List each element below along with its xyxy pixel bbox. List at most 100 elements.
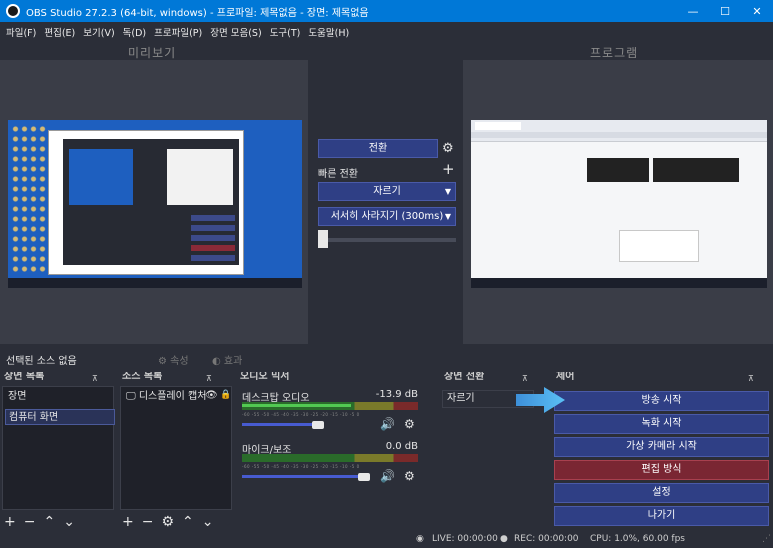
combo-label: 자르기	[373, 186, 401, 197]
volume-slider-handle[interactable]	[312, 421, 324, 429]
menu-edit[interactable]: 편집(E)	[44, 25, 75, 39]
volume-meter	[242, 454, 418, 462]
float-icon[interactable]: ⊼	[206, 374, 212, 383]
speaker-icon[interactable]: 🔊	[380, 417, 395, 431]
add-icon[interactable]: +	[4, 514, 16, 530]
gear-icon[interactable]: ⚙	[404, 417, 415, 431]
transition-value: 자르기	[447, 393, 475, 404]
chevron-down-icon: ▼	[444, 187, 451, 196]
settings-button[interactable]: 설정	[554, 483, 769, 503]
volume-slider-handle[interactable]	[358, 473, 370, 481]
live-icon: ◉	[416, 534, 424, 544]
menu-file[interactable]: 파일(F)	[6, 25, 36, 39]
program-label: 프로그램	[590, 46, 639, 60]
nested-obs-window	[63, 139, 239, 265]
scenes-list[interactable]: 장면 컴퓨터 화면	[2, 386, 115, 510]
filters-button[interactable]: ◐ 효과	[212, 352, 242, 367]
nested-button	[191, 215, 235, 221]
gear-icon[interactable]: ⚙	[161, 514, 174, 530]
list-item[interactable]: 장면	[5, 389, 113, 405]
maximize-button[interactable]: ☐	[709, 0, 741, 22]
menu-tools[interactable]: 도구(T)	[270, 25, 301, 39]
volume-slider[interactable]	[242, 475, 364, 478]
transition-button[interactable]: 전환	[318, 139, 438, 158]
add-icon[interactable]: +	[122, 514, 134, 530]
program-pane[interactable]	[463, 60, 773, 344]
sources-header: 소스 목록	[122, 372, 163, 382]
close-button[interactable]: ✕	[741, 0, 773, 22]
channel-db: 0.0 dB	[385, 441, 418, 452]
channel-db: -13.9 dB	[375, 389, 418, 400]
browser-tab	[475, 122, 521, 130]
rec-icon: ●	[500, 534, 508, 544]
preview-pane[interactable]	[0, 60, 308, 344]
properties-button[interactable]: ⚙ 속성	[158, 352, 189, 367]
nested-button	[191, 245, 235, 251]
nested-preview	[69, 149, 133, 205]
properties-label: 속성	[170, 356, 189, 367]
scenes-toolbar: + − ⌃ ⌄	[4, 514, 75, 530]
sources-list[interactable]: 🖵 디스플레이 캡처 👁 🔒	[120, 386, 232, 510]
program-screen	[471, 120, 767, 288]
desktop-taskbar	[471, 278, 767, 288]
move-up-icon[interactable]: ⌃	[43, 514, 55, 530]
cpu-status: CPU: 1.0%, 60.00 fps	[590, 534, 685, 544]
menu-docks[interactable]: 독(D)	[123, 25, 146, 39]
start-streaming-button[interactable]: 방송 시작	[554, 391, 769, 411]
float-icon[interactable]: ⊼	[92, 374, 98, 383]
eye-icon[interactable]: 👁	[205, 390, 218, 401]
plus-icon[interactable]: +	[442, 160, 455, 178]
dialog-box	[587, 158, 649, 182]
move-down-icon[interactable]: ⌄	[202, 514, 214, 530]
status-bar: ◉ LIVE: 00:00:00 ● REC: 00:00:00 CPU: 1.…	[0, 532, 773, 548]
desktop-icons	[11, 124, 47, 274]
minimize-button[interactable]: —	[677, 0, 709, 22]
volume-slider[interactable]	[242, 423, 318, 426]
lock-icon[interactable]: 🔒	[220, 390, 231, 400]
meter-level	[242, 404, 351, 407]
nested-button	[191, 255, 235, 261]
quick-transitions-label: 빠른 전환	[318, 169, 358, 180]
exit-button[interactable]: 나가기	[554, 506, 769, 526]
nested-window	[48, 130, 244, 275]
no-source-label: 선택된 소스 없음	[6, 356, 77, 367]
start-virtual-camera-button[interactable]: 가상 카메라 시작	[554, 437, 769, 457]
float-icon[interactable]: ⊼	[748, 374, 754, 383]
gear-icon[interactable]: ⚙	[404, 469, 415, 483]
speaker-icon[interactable]: 🔊	[380, 469, 395, 483]
preview-screen[interactable]	[8, 120, 302, 288]
t-bar-track[interactable]	[318, 238, 456, 242]
menu-scene-collection[interactable]: 장면 모음(S)	[210, 25, 261, 39]
source-name: 디스플레이 캡처	[138, 391, 207, 402]
sources-dock: 소스 목록 ⊼ 🖵 디스플레이 캡처 👁 🔒 + − ⚙ ⌃ ⌄	[118, 372, 234, 532]
menu-profile[interactable]: 프로파일(P)	[154, 25, 202, 39]
window-title: OBS Studio 27.2.3 (64-bit, windows) - 프로…	[26, 7, 369, 19]
nested-program	[167, 149, 233, 205]
quick-transition-fade[interactable]: 서서히 사라지기 (300ms) ▼	[318, 207, 456, 226]
mixer-body: 데스크탑 오디오 -13.9 dB -60 -55 -50 -45 -40 -3…	[238, 386, 426, 530]
audio-mixer-dock: 오디오 믹서 데스크탑 오디오 -13.9 dB -60 -55 -50 -45…	[236, 372, 428, 532]
browser-toolbar	[471, 120, 767, 142]
gear-icon[interactable]: ⚙	[442, 141, 454, 156]
start-recording-button[interactable]: 녹화 시작	[554, 414, 769, 434]
obs-logo-icon	[6, 4, 20, 18]
quick-transition-cut[interactable]: 자르기 ▼	[318, 182, 456, 201]
scene-transitions-header: 장면 전환	[444, 372, 485, 382]
nested-button	[191, 235, 235, 241]
move-down-icon[interactable]: ⌄	[63, 514, 75, 530]
move-up-icon[interactable]: ⌃	[182, 514, 194, 530]
studio-mode-button[interactable]: 편집 방식	[554, 460, 769, 480]
menu-view[interactable]: 보기(V)	[83, 25, 114, 39]
scenes-header: 장면 목록	[4, 372, 45, 382]
browser-address-bar	[471, 132, 767, 138]
menu-help[interactable]: 도움말(H)	[308, 25, 349, 39]
resize-grip-icon[interactable]: ⋰	[762, 534, 771, 544]
mixer-header: 오디오 믹서	[240, 372, 290, 382]
rec-status: REC: 00:00:00	[514, 534, 579, 544]
remove-icon[interactable]: −	[142, 514, 154, 530]
float-icon[interactable]: ⊼	[522, 374, 528, 383]
remove-icon[interactable]: −	[24, 514, 36, 530]
t-bar-handle[interactable]	[318, 230, 328, 248]
list-item[interactable]: 컴퓨터 화면	[5, 409, 115, 425]
preview-label: 미리보기	[128, 46, 177, 60]
